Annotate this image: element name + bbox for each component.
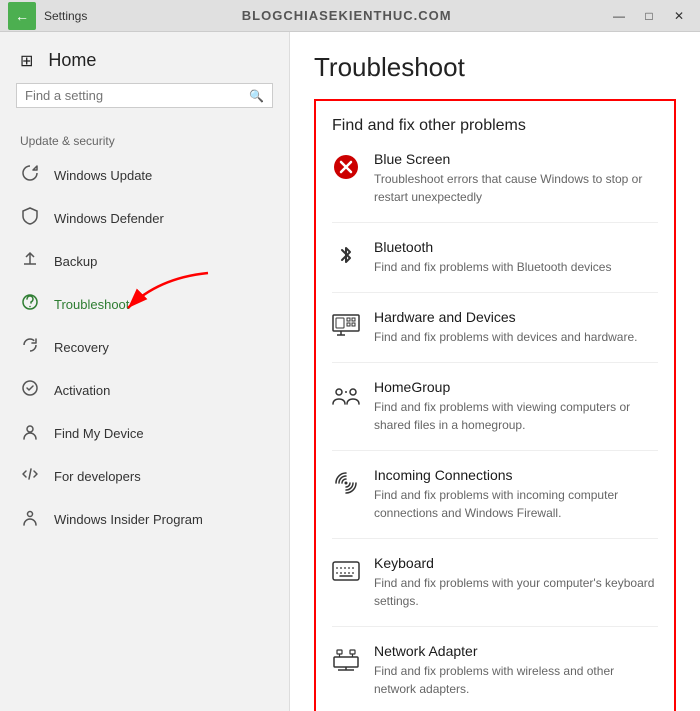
close-button[interactable]: ✕ <box>666 6 692 26</box>
sidebar-item-windows-insider[interactable]: Windows Insider Program <box>0 498 289 541</box>
problem-info: HomeGroup Find and fix problems with vie… <box>374 379 658 434</box>
defender-icon <box>20 207 40 230</box>
problem-desc: Find and fix problems with incoming comp… <box>374 486 658 522</box>
problem-item-hardware[interactable]: Hardware and Devices Find and fix proble… <box>332 309 658 363</box>
sidebar-item-label: Windows Insider Program <box>54 512 269 527</box>
sidebar-item-label: Recovery <box>54 340 269 355</box>
find-device-icon <box>20 422 40 445</box>
hardware-icon <box>332 311 360 339</box>
problem-name: HomeGroup <box>374 379 658 395</box>
insider-icon <box>20 508 40 531</box>
sidebar-item-label: Troubleshoot <box>54 297 269 312</box>
bluescreen-icon <box>332 153 360 181</box>
sidebar-item-label: Activation <box>54 383 269 398</box>
problem-info: Bluetooth Find and fix problems with Blu… <box>374 239 611 276</box>
developers-icon <box>20 465 40 488</box>
sidebar-item-for-developers[interactable]: For developers <box>0 455 289 498</box>
sidebar-item-windows-defender[interactable]: Windows Defender <box>0 197 289 240</box>
main-content: Troubleshoot Find and fix other problems… <box>290 32 700 711</box>
problem-info: Hardware and Devices Find and fix proble… <box>374 309 637 346</box>
sidebar-item-label: For developers <box>54 469 269 484</box>
sidebar-item-label: Backup <box>54 254 269 269</box>
window-controls: — □ ✕ <box>606 6 692 26</box>
sidebar-section-title: Update & security <box>0 124 289 154</box>
back-button[interactable]: ← <box>8 2 36 30</box>
problem-name: Keyboard <box>374 555 658 571</box>
title-bar: ← Settings BLOGCHIASEKIENTHUC.COM — □ ✕ <box>0 0 700 32</box>
sidebar-item-recovery[interactable]: Recovery <box>0 326 289 369</box>
troubleshoot-icon <box>20 293 40 316</box>
sidebar-item-find-my-device[interactable]: Find My Device <box>0 412 289 455</box>
title-bar-left: ← Settings <box>8 2 87 30</box>
recovery-icon <box>20 336 40 359</box>
app-container: ⊞ Home 🔍 Update & security Windows Updat… <box>0 32 700 711</box>
sidebar-item-label: Find My Device <box>54 426 269 441</box>
problem-desc: Find and fix problems with devices and h… <box>374 328 637 346</box>
network-icon <box>332 645 360 673</box>
problem-item-keyboard[interactable]: Keyboard Find and fix problems with your… <box>332 555 658 627</box>
problem-info: Blue Screen Troubleshoot errors that cau… <box>374 151 658 206</box>
problem-info: Incoming Connections Find and fix proble… <box>374 467 658 522</box>
sidebar-item-label: Windows Defender <box>54 211 269 226</box>
problem-info: Network Adapter Find and fix problems wi… <box>374 643 658 698</box>
problem-desc: Find and fix problems with your computer… <box>374 574 658 610</box>
sidebar-item-troubleshoot[interactable]: Troubleshoot <box>0 283 289 326</box>
problem-item-network[interactable]: Network Adapter Find and fix problems wi… <box>332 643 658 711</box>
problem-desc: Find and fix problems with wireless and … <box>374 662 658 698</box>
sidebar-home[interactable]: ⊞ Home <box>0 32 289 83</box>
problem-desc: Find and fix problems with Bluetooth dev… <box>374 258 611 276</box>
problem-name: Hardware and Devices <box>374 309 637 325</box>
sidebar-item-backup[interactable]: Backup <box>0 240 289 283</box>
search-box[interactable]: 🔍 <box>16 83 273 108</box>
sidebar-item-windows-update[interactable]: Windows Update <box>0 154 289 197</box>
troubleshoot-box: Find and fix other problems Blue Screen … <box>314 99 676 711</box>
sidebar-item-label: Windows Update <box>54 168 269 183</box>
app-title: Settings <box>44 9 87 23</box>
problem-desc: Troubleshoot errors that cause Windows t… <box>374 170 658 206</box>
problem-name: Network Adapter <box>374 643 658 659</box>
problem-item-incoming[interactable]: Incoming Connections Find and fix proble… <box>332 467 658 539</box>
problem-desc: Find and fix problems with viewing compu… <box>374 398 658 434</box>
search-icon: 🔍 <box>249 89 264 103</box>
problem-item-blue-screen[interactable]: Blue Screen Troubleshoot errors that cau… <box>332 151 658 223</box>
incoming-icon <box>332 469 360 497</box>
keyboard-icon <box>332 557 360 585</box>
problem-name: Bluetooth <box>374 239 611 255</box>
minimize-button[interactable]: — <box>606 6 632 26</box>
activation-icon <box>20 379 40 402</box>
sidebar: ⊞ Home 🔍 Update & security Windows Updat… <box>0 32 290 711</box>
watermark: BLOGCHIASEKIENTHUC.COM <box>242 8 452 23</box>
problem-name: Blue Screen <box>374 151 658 167</box>
sidebar-item-activation[interactable]: Activation <box>0 369 289 412</box>
problem-name: Incoming Connections <box>374 467 658 483</box>
homegroup-icon <box>332 381 360 409</box>
backup-icon <box>20 250 40 273</box>
search-input[interactable] <box>25 88 249 103</box>
bluetooth-icon <box>332 241 360 269</box>
problem-info: Keyboard Find and fix problems with your… <box>374 555 658 610</box>
section-title: Find and fix other problems <box>332 117 658 135</box>
page-title: Troubleshoot <box>314 52 676 83</box>
problem-item-bluetooth[interactable]: Bluetooth Find and fix problems with Blu… <box>332 239 658 293</box>
maximize-button[interactable]: □ <box>636 6 662 26</box>
problem-item-homegroup[interactable]: HomeGroup Find and fix problems with vie… <box>332 379 658 451</box>
windows-update-icon <box>20 164 40 187</box>
